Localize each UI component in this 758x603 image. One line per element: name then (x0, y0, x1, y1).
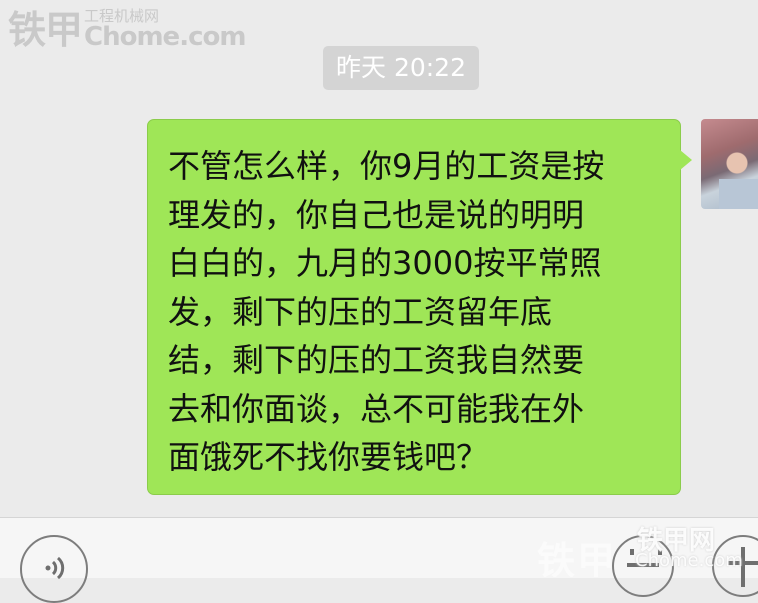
avatar-figure (719, 149, 758, 209)
message-bubble-tail (680, 150, 692, 170)
watermark-brand: 铁甲 (8, 8, 83, 52)
voice-icon-svg (45, 556, 65, 580)
message-bubble[interactable]: 不管怎么样，你9月的工资是按 理发的，你自己也是说的明明 白白的，九月的3000… (147, 119, 681, 495)
watermark-bottom-domain: Chome.com (635, 550, 743, 571)
message-timestamp: 昨天 20:22 (323, 46, 479, 90)
avatar[interactable] (701, 119, 758, 209)
watermark-bottom-cn: 铁甲 (537, 539, 618, 577)
voice-icon (40, 553, 70, 589)
watermark-domain: Chome.com (84, 22, 246, 52)
message-text: 不管怎么样，你9月的工资是按 理发的，你自己也是说的明明 白白的，九月的3000… (168, 147, 605, 476)
watermark-text-stack: 工程机械网 Chome.com (84, 8, 246, 52)
watermark-logo: 铁甲 工程机械网 Chome.com (8, 8, 246, 52)
watermark-bottom: 铁甲 铁甲网 Chome.com (527, 520, 758, 577)
voice-button[interactable] (20, 535, 88, 603)
